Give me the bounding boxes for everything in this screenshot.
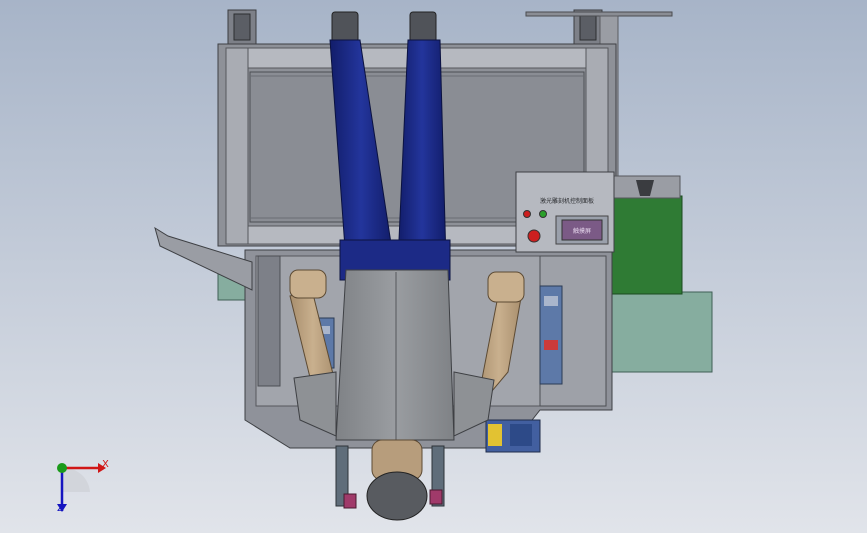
x-axis-label: X bbox=[102, 459, 109, 470]
head bbox=[366, 471, 428, 521]
right-actuator bbox=[539, 285, 563, 385]
red-indicator-light bbox=[523, 210, 531, 218]
torso bbox=[335, 269, 455, 441]
control-panel: 激光雕刻机控制面板 触摸屏 bbox=[515, 171, 615, 253]
feeder-unit bbox=[485, 419, 541, 453]
assembly-drawing: 激光雕刻机控制面板 触摸屏 X Z bbox=[0, 0, 867, 533]
green-indicator-light bbox=[539, 210, 547, 218]
emergency-stop-button bbox=[527, 229, 541, 243]
left-shoe bbox=[331, 11, 359, 45]
z-axis-label: Z bbox=[57, 503, 64, 514]
caster-wheel-left bbox=[227, 9, 257, 45]
green-cabinet bbox=[605, 195, 683, 295]
control-panel-title: 激光雕刻机控制面板 bbox=[540, 197, 594, 205]
right-shoe bbox=[409, 11, 437, 45]
hmi-screen-text: 触摸屏 bbox=[573, 227, 591, 235]
left-hand bbox=[289, 269, 327, 299]
top-rail bbox=[525, 11, 673, 17]
y-axis-dot bbox=[57, 463, 67, 473]
cad-viewport[interactable]: 激光雕刻机控制面板 触摸屏 X Z bbox=[0, 0, 867, 533]
right-hand bbox=[487, 271, 525, 303]
teal-base-right bbox=[603, 291, 713, 373]
